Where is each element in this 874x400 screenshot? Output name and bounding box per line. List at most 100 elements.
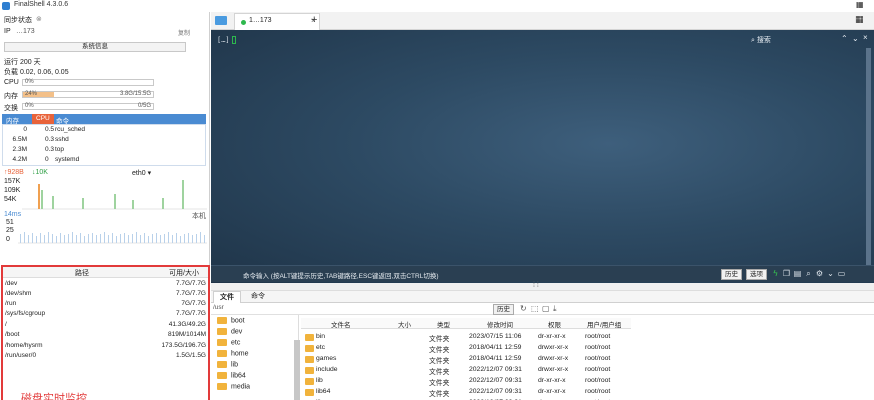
- refresh-icon[interactable]: ↻: [520, 304, 527, 313]
- history-button[interactable]: 历史: [721, 269, 742, 280]
- latency-graph: [18, 232, 207, 244]
- net-scale-mid: 109K: [4, 187, 21, 194]
- tree-item[interactable]: dev: [217, 328, 242, 339]
- gear-icon[interactable]: ⚙: [815, 269, 824, 279]
- terminal-search-field[interactable]: ⌕ 搜索: [751, 35, 771, 45]
- paste-icon[interactable]: ▤: [793, 269, 802, 279]
- download-icon[interactable]: ⤓: [553, 304, 557, 314]
- file-folder-icon[interactable]: ▢: [542, 304, 550, 313]
- col-modified[interactable]: 修改时间: [487, 319, 513, 329]
- col-type[interactable]: 类型: [437, 319, 450, 329]
- path-history-button[interactable]: 历史: [493, 304, 514, 315]
- disk-row[interactable]: /run 7G/7.7G: [3, 300, 208, 309]
- process-row[interactable]: 6.5M 0.3 sshd: [3, 135, 205, 145]
- file-row[interactable]: lib 文件夹 2022/12/07 09:31 dr-xr-xr-x root/roo…: [301, 376, 631, 387]
- tree-item[interactable]: boot: [217, 317, 245, 328]
- cpu-usage-bar: 0%: [22, 79, 154, 86]
- tree-item-label: lib64: [231, 372, 246, 380]
- latency-host[interactable]: 本机: [192, 211, 206, 221]
- process-row[interactable]: 2.3M 0.3 top: [3, 145, 205, 155]
- terminal-area[interactable]: […] ⌕ 搜索 ⌃ ⌄ ×: [211, 30, 874, 283]
- panel-splitter[interactable]: ⁞ ⁞: [211, 282, 874, 291]
- disk-path: /run/user/0: [5, 352, 37, 359]
- disk-row[interactable]: /run/user/0 1.5G/1.5G: [3, 352, 208, 361]
- terminal-scrollbar[interactable]: [866, 48, 871, 280]
- search-up-icon[interactable]: ⌃: [841, 34, 848, 43]
- path-input[interactable]: /usr: [213, 304, 297, 314]
- mem-usage-bar: 24% 3.8G/15.5G: [22, 91, 154, 98]
- search-icon[interactable]: ⌕: [804, 269, 813, 279]
- ip-label: IP: [4, 28, 11, 35]
- disk-row[interactable]: /dev 7.7G/7.7G: [3, 280, 208, 289]
- disk-row[interactable]: /sys/fs/cgroup 7.7G/7.7G: [3, 310, 208, 319]
- search-down-icon[interactable]: ⌄: [852, 34, 859, 43]
- file-row[interactable]: games 文件夹 2018/04/11 12:59 drwxr-xr-x root/r…: [301, 354, 631, 365]
- terminal-cursor: [231, 36, 236, 44]
- search-close-icon[interactable]: ×: [863, 33, 868, 42]
- disk-col-path[interactable]: 路径: [75, 268, 89, 278]
- folder-icon: [217, 383, 227, 390]
- tree-item[interactable]: etc: [217, 339, 240, 350]
- process-row[interactable]: 4.2M 0 systemd: [3, 155, 205, 165]
- upload-icon[interactable]: ⬚: [531, 304, 539, 313]
- tree-item[interactable]: media: [217, 383, 250, 394]
- file-owner: root/root: [585, 388, 611, 395]
- tree-item-label: lib: [231, 361, 239, 369]
- file-modified: 2022/12/07 09:31: [469, 366, 522, 373]
- disk-col-size[interactable]: 可用/大小: [169, 268, 199, 278]
- disk-size: 173.5G/196.7G: [161, 342, 206, 349]
- add-tab-icon[interactable]: +: [311, 14, 317, 26]
- command-input-bar[interactable]: 命令输入 (按ALT键提示历史,TAB键路径,ESC键返回,双击CTRL切换) …: [211, 265, 874, 282]
- connected-status-icon: [241, 20, 246, 25]
- session-tab-label: 1…173: [249, 17, 272, 24]
- tree-item[interactable]: lib: [217, 361, 238, 372]
- tab-files[interactable]: 文件: [213, 291, 241, 303]
- disk-row[interactable]: /boot 819M/1014M: [3, 331, 208, 340]
- col-owner[interactable]: 用户/用户组: [587, 319, 621, 329]
- disk-row[interactable]: /dev/shm 7.7G/7.7G: [3, 290, 208, 299]
- ip-value[interactable]: …173: [16, 28, 35, 35]
- window-title: FinalShell 4.3.0.6: [14, 1, 69, 8]
- tab-commands[interactable]: 命令: [245, 291, 271, 303]
- session-tab[interactable]: 1…173 ×: [234, 13, 320, 30]
- file-panel-tabs: 文件 命令: [211, 291, 874, 303]
- tree-scrollbar[interactable]: [294, 340, 300, 400]
- col-filename[interactable]: 文件名: [331, 319, 351, 329]
- prompt-text: […]: [217, 36, 230, 44]
- folder-icon: [217, 350, 227, 357]
- file-type: 文件夹: [429, 336, 450, 343]
- disk-row[interactable]: /home/hysrm 173.5G/196.7G: [3, 342, 208, 351]
- command-input-hint[interactable]: 命令输入 (按ALT键提示历史,TAB键路径,ESC键返回,双击CTRL切换): [243, 270, 439, 280]
- file-owner: root/root: [585, 366, 611, 373]
- options-button[interactable]: 选项: [746, 269, 767, 280]
- net-scale-low: 54K: [4, 196, 17, 203]
- lightning-icon[interactable]: ϟ: [771, 269, 780, 279]
- file-row[interactable]: include 文件夹 2022/12/07 09:31 drwxr-xr-x root…: [301, 365, 631, 376]
- file-type: 文件夹: [429, 358, 450, 365]
- tree-item[interactable]: lib64: [217, 372, 246, 383]
- terminal-prompt[interactable]: […]: [217, 36, 236, 44]
- copy-icon[interactable]: ❐: [782, 269, 791, 279]
- copy-ip-link[interactable]: 复制: [178, 28, 190, 37]
- folder-icon[interactable]: [215, 16, 227, 25]
- col-permission[interactable]: 权限: [548, 319, 561, 329]
- session-tab-bar: 1…173 × + ▦: [211, 12, 874, 30]
- splitter-grip-icon[interactable]: ⁞ ⁞: [533, 282, 539, 289]
- file-row[interactable]: bin 文件夹 2023/07/15 11:06 dr-xr-xr-x root/roo…: [301, 332, 631, 343]
- folder-icon: [305, 334, 314, 341]
- grid-layout-icon[interactable]: ▦: [855, 14, 864, 25]
- process-row[interactable]: 0 0.5 rcu_sched: [3, 125, 205, 135]
- process-col-cpu[interactable]: CPU: [32, 114, 54, 124]
- tree-item[interactable]: home: [217, 350, 249, 361]
- file-row[interactable]: lib64 文件夹 2022/12/07 09:31 dr-xr-xr-x root/r…: [301, 387, 631, 398]
- chevron-down-icon[interactable]: ⌄: [826, 269, 835, 279]
- disk-row[interactable]: / 41.3G/49.2G: [3, 321, 208, 330]
- col-size[interactable]: 大小: [398, 319, 411, 329]
- system-info-button[interactable]: 系统信息: [4, 42, 186, 52]
- process-cpu: 0: [45, 156, 49, 163]
- file-row[interactable]: etc 文件夹 2018/04/11 12:59 drwxr-xr-x root/roo…: [301, 343, 631, 354]
- sync-status-icon: ⊗: [36, 16, 42, 23]
- latency-scale-low: 0: [6, 236, 10, 243]
- tile-layout-icon[interactable]: ▦: [856, 0, 864, 9]
- maximize-icon[interactable]: ▭: [837, 269, 846, 279]
